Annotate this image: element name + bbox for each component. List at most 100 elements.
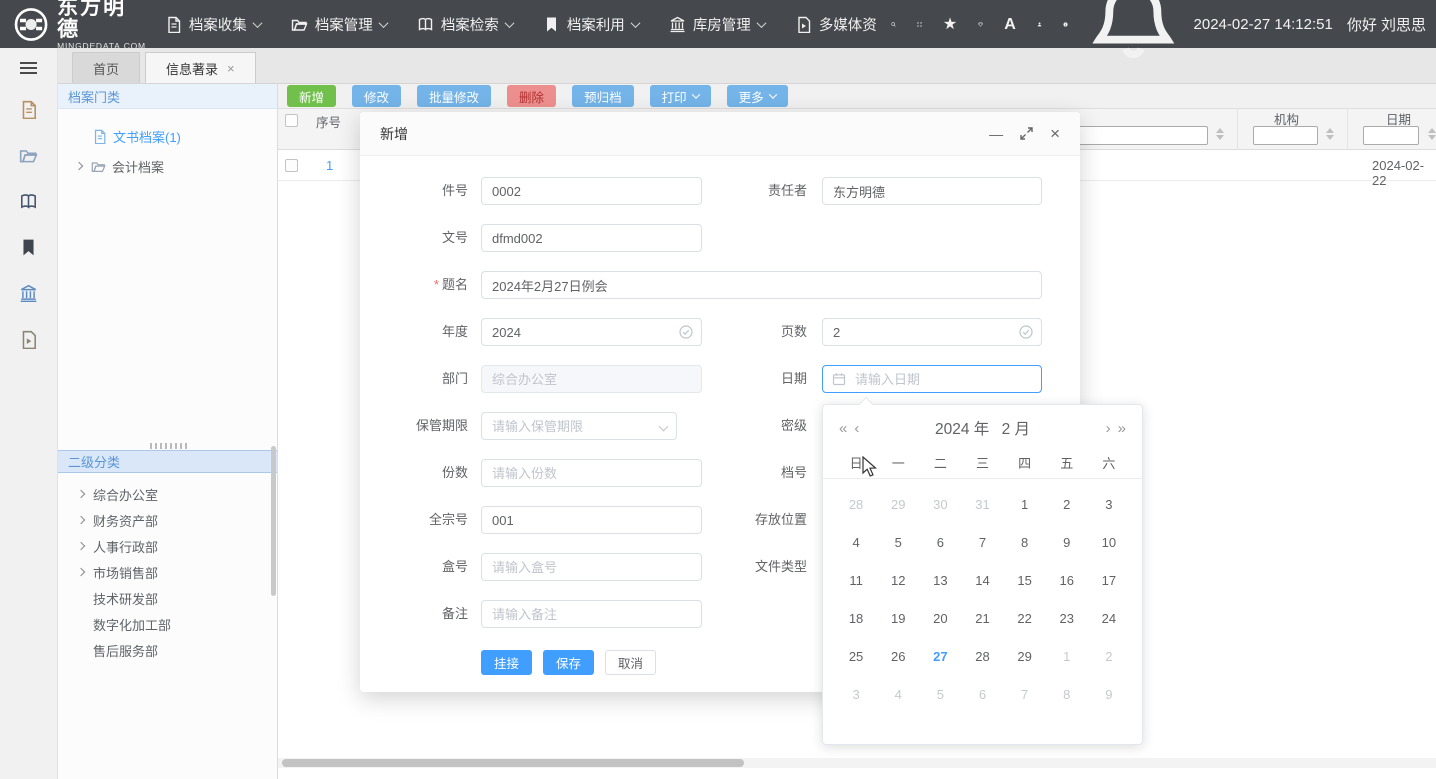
rail-folder-icon[interactable] xyxy=(19,146,38,165)
sort-date-icon[interactable] xyxy=(1428,128,1436,140)
rail-bookmark-icon[interactable] xyxy=(19,238,38,257)
user-greeting[interactable]: 你好 刘思思 xyxy=(1347,14,1426,35)
sidebar-category-item[interactable]: 技术研发部 xyxy=(58,585,277,611)
calendar-day[interactable]: 4 xyxy=(835,523,877,561)
calendar-day[interactable]: 16 xyxy=(1046,561,1088,599)
calendar-day[interactable]: 11 xyxy=(835,561,877,599)
calendar-day[interactable]: 27 xyxy=(919,637,961,675)
calendar-day[interactable]: 14 xyxy=(961,561,1003,599)
notification-bell[interactable]: 0 xyxy=(1089,0,1178,71)
rail-document-icon[interactable] xyxy=(19,100,38,119)
tree-item-accounting-archive[interactable]: 会计档案 xyxy=(58,151,277,181)
sidebar-category-item[interactable]: 人事行政部 xyxy=(58,533,277,559)
row-checkbox[interactable] xyxy=(285,159,298,172)
star-icon[interactable]: ★ xyxy=(943,16,957,33)
calendar-day[interactable]: 8 xyxy=(1046,675,1088,713)
close-icon[interactable]: × xyxy=(1050,127,1060,141)
next-year-icon[interactable]: » xyxy=(1118,420,1126,437)
sort-org-icon[interactable] xyxy=(1326,128,1334,140)
maximize-icon[interactable] xyxy=(1020,127,1033,140)
sort-title-icon[interactable] xyxy=(1216,128,1224,140)
calendar-day[interactable]: 1 xyxy=(1004,485,1046,523)
calendar-day[interactable]: 21 xyxy=(961,599,1003,637)
calendar-day[interactable]: 19 xyxy=(877,599,919,637)
calendar-day[interactable]: 2 xyxy=(1046,485,1088,523)
calendar-day[interactable]: 10 xyxy=(1088,523,1130,561)
menu-multimedia[interactable]: 多媒体资 xyxy=(795,14,877,35)
calendar-day[interactable]: 26 xyxy=(877,637,919,675)
rail-media-icon[interactable] xyxy=(19,330,38,349)
toolbar-button[interactable]: 新增 xyxy=(287,85,336,107)
minimize-icon[interactable]: — xyxy=(989,127,1003,141)
calendar-day[interactable]: 6 xyxy=(961,675,1003,713)
doc-no-input[interactable] xyxy=(481,224,702,252)
calendar-day[interactable]: 5 xyxy=(877,523,919,561)
org-filter-input[interactable] xyxy=(1253,126,1318,145)
title-input[interactable] xyxy=(481,271,1042,299)
calendar-day[interactable]: 29 xyxy=(877,485,919,523)
calendar-day[interactable]: 28 xyxy=(961,637,1003,675)
calendar-day[interactable]: 2 xyxy=(1088,637,1130,675)
menu-archive-use[interactable]: 档案利用 xyxy=(543,14,639,35)
select-all-checkbox[interactable] xyxy=(285,114,298,127)
department-input[interactable] xyxy=(481,365,702,393)
horizontal-scrollbar[interactable] xyxy=(282,759,744,767)
rail-bank-icon[interactable] xyxy=(19,284,38,303)
toolbar-button[interactable]: 打印 xyxy=(650,85,711,107)
collapse-menu-icon[interactable] xyxy=(20,62,37,74)
gem-icon[interactable] xyxy=(978,16,983,33)
info-icon[interactable] xyxy=(1063,16,1068,33)
calendar-day[interactable]: 6 xyxy=(919,523,961,561)
app-logo[interactable]: 东方明德 MINGDEDATA.COM xyxy=(14,0,147,51)
year-input[interactable] xyxy=(481,318,702,346)
toolbar-button[interactable]: 修改 xyxy=(352,85,401,107)
calendar-day[interactable]: 3 xyxy=(835,675,877,713)
sidebar-category-item[interactable]: 数字化加工部 xyxy=(58,611,277,637)
calendar-day[interactable]: 8 xyxy=(1004,523,1046,561)
sidebar-category-item[interactable]: 市场销售部 xyxy=(58,559,277,585)
user-icon[interactable] xyxy=(1037,16,1042,33)
responsible-input[interactable] xyxy=(822,177,1042,205)
attach-button[interactable]: 挂接 xyxy=(481,650,532,675)
calendar-day[interactable]: 30 xyxy=(919,485,961,523)
calendar-day[interactable]: 5 xyxy=(919,675,961,713)
search-icon[interactable] xyxy=(891,16,896,33)
next-month-icon[interactable]: › xyxy=(1106,420,1111,437)
toolbar-button[interactable]: 批量修改 xyxy=(417,85,491,107)
chevron-right-icon[interactable] xyxy=(75,162,83,170)
calendar-day[interactable]: 31 xyxy=(961,485,1003,523)
calendar-day[interactable]: 24 xyxy=(1088,599,1130,637)
box-no-input[interactable] xyxy=(481,553,702,581)
fullscreen-icon[interactable] xyxy=(917,16,922,33)
calendar-day[interactable]: 15 xyxy=(1004,561,1046,599)
calendar-day[interactable]: 18 xyxy=(835,599,877,637)
close-icon[interactable]: × xyxy=(227,62,235,75)
calendar-day[interactable]: 9 xyxy=(1088,675,1130,713)
toolbar-button[interactable]: 预归档 xyxy=(572,85,634,107)
toolbar-button[interactable]: 更多 xyxy=(727,85,788,107)
sidebar-category-item[interactable]: 综合办公室 xyxy=(58,481,277,507)
calendar-day[interactable]: 17 xyxy=(1088,561,1130,599)
remark-input[interactable] xyxy=(481,600,702,628)
calendar-day[interactable]: 7 xyxy=(961,523,1003,561)
calendar-day[interactable]: 23 xyxy=(1046,599,1088,637)
tree-item-document-archive[interactable]: 文书档案(1) xyxy=(58,121,277,151)
cancel-button[interactable]: 取消 xyxy=(605,650,656,675)
menu-archive-collect[interactable]: 档案收集 xyxy=(165,14,261,35)
tab-info-entry[interactable]: 信息著录× xyxy=(145,52,256,83)
pages-input[interactable] xyxy=(822,318,1042,346)
calendar-day[interactable]: 12 xyxy=(877,561,919,599)
date-input[interactable] xyxy=(822,365,1042,393)
calendar-day[interactable]: 3 xyxy=(1088,485,1130,523)
panel-resize-handle[interactable] xyxy=(150,443,190,449)
calendar-day[interactable]: 13 xyxy=(919,561,961,599)
prev-year-icon[interactable]: « xyxy=(839,420,847,437)
date-filter-input[interactable] xyxy=(1363,126,1419,145)
calendar-day[interactable]: 4 xyxy=(877,675,919,713)
menu-warehouse[interactable]: 库房管理 xyxy=(669,14,765,35)
rail-book-icon[interactable] xyxy=(19,192,38,211)
toolbar-button[interactable]: 删除 xyxy=(507,85,556,107)
calendar-day[interactable]: 22 xyxy=(1004,599,1046,637)
copies-input[interactable] xyxy=(481,459,702,487)
calendar-day[interactable]: 28 xyxy=(835,485,877,523)
